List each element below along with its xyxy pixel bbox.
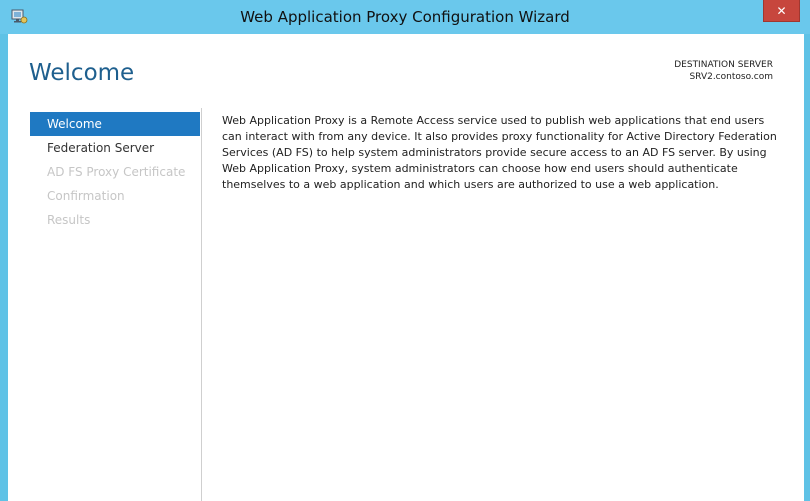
wizard-client-area: Welcome DESTINATION SERVER SRV2.contoso.… [8,34,804,501]
nav-step-welcome[interactable]: Welcome [30,112,200,136]
nav-step-results: Results [47,213,91,227]
wizard-step-nav: Welcome Federation Server AD FS Proxy Ce… [30,112,200,232]
window-title: Web Application Proxy Configuration Wiza… [240,8,570,26]
nav-divider [201,108,202,501]
close-button[interactable]: ✕ [763,0,800,22]
nav-step-confirmation: Confirmation [47,189,125,203]
page-title: Welcome [29,60,135,86]
nav-step-federation-server[interactable]: Federation Server [30,136,200,160]
destination-server-label: DESTINATION SERVER [674,60,773,70]
title-bar[interactable]: Web Application Proxy Configuration Wiza… [0,0,810,34]
nav-step-adfs-proxy-certificate: AD FS Proxy Certificate [47,165,186,179]
destination-server-value: SRV2.contoso.com [689,72,773,82]
welcome-description: Web Application Proxy is a Remote Access… [222,114,777,191]
